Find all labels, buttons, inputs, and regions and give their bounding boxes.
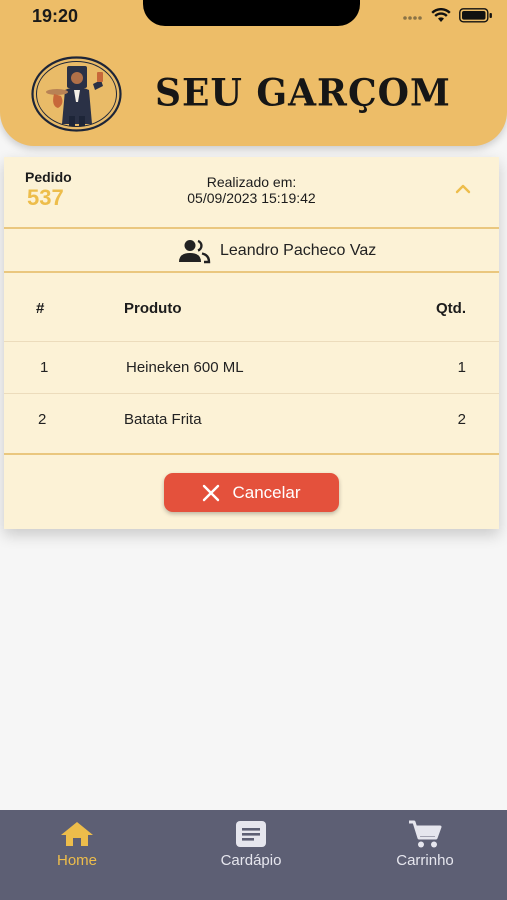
app-title: SEU GARÇOM	[155, 70, 451, 116]
bottom-navigation: Home Cardápio Carrinho	[0, 810, 507, 900]
device-notch	[143, 0, 360, 26]
row-product: Batata Frita	[124, 411, 202, 428]
chevron-up-icon[interactable]	[451, 177, 475, 201]
row-product: Heineken 600 ML	[126, 359, 244, 376]
row-index: 2	[38, 411, 47, 428]
menu-list-icon	[236, 821, 266, 847]
cart-icon	[409, 820, 442, 848]
order-card: Pedido 537 Realizado em: 05/09/2023 15:1…	[4, 157, 499, 529]
battery-icon	[459, 8, 492, 23]
wifi-icon	[431, 8, 451, 22]
cancel-order-label: Cancelar	[232, 482, 301, 502]
signal-icon	[403, 15, 422, 20]
customer-name: Leandro Pacheco Vaz	[220, 242, 377, 259]
close-icon	[203, 484, 220, 501]
order-items-table: # Produto Qtd. 1 Heineken 600 ML 1 2 Bat…	[4, 273, 499, 455]
nav-label-carrinho: Carrinho	[396, 852, 454, 869]
nav-label-cardapio: Cardápio	[220, 852, 282, 869]
status-time: 19:20	[32, 6, 79, 26]
order-card-header[interactable]: Pedido 537 Realizado em: 05/09/2023 15:1…	[4, 157, 499, 229]
nav-label-home: Home	[56, 852, 97, 869]
order-date: 05/09/2023 15:19:42	[187, 190, 316, 206]
people-icon	[179, 239, 211, 264]
row-qty: 2	[457, 411, 466, 428]
nav-item-cardapio[interactable]: Cardápio	[191, 820, 311, 869]
nav-item-home[interactable]: Home	[17, 820, 137, 869]
order-date-label: Realizado em:	[206, 174, 297, 190]
cancel-order-button[interactable]: Cancelar	[164, 473, 339, 512]
column-header-qty: Qtd.	[436, 300, 466, 317]
status-icons	[403, 8, 493, 23]
column-header-index: #	[36, 300, 45, 317]
table-header: # Produto Qtd.	[4, 273, 499, 342]
customer-row: Leandro Pacheco Vaz	[4, 229, 499, 273]
nav-item-carrinho[interactable]: Carrinho	[365, 820, 485, 869]
home-icon	[61, 822, 93, 846]
row-qty: 1	[457, 359, 466, 376]
table-row: 1 Heineken 600 ML 1	[4, 342, 499, 394]
row-index: 1	[40, 359, 49, 376]
app-header: 19:20 SEU GARÇOM	[0, 0, 507, 146]
table-row: 2 Batata Frita 2	[4, 394, 499, 455]
waiter-logo-icon	[31, 56, 122, 132]
column-header-product: Produto	[124, 300, 182, 317]
